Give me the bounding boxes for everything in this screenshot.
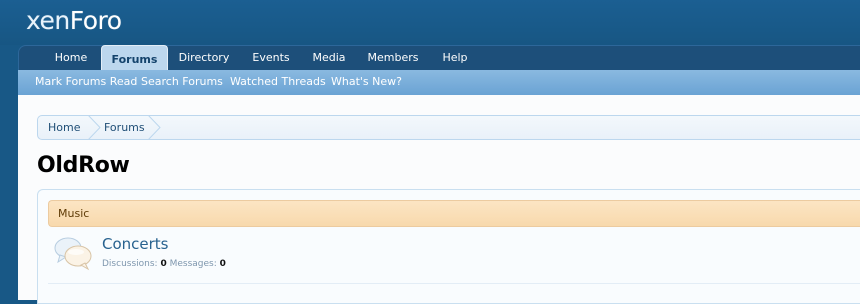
site-header: xenForo bbox=[0, 0, 860, 45]
tab-members[interactable]: Members bbox=[362, 46, 424, 70]
tab-help[interactable]: Help bbox=[435, 46, 475, 70]
messages-count: 0 bbox=[219, 259, 226, 269]
discussions-label: Discussions: bbox=[102, 259, 158, 269]
discussions-count: 0 bbox=[160, 259, 167, 269]
forum-stats: Discussions: 0 Messages: 0 bbox=[102, 257, 226, 271]
mark-forums-read-link[interactable]: Mark Forums Read bbox=[35, 70, 137, 95]
forum-title-link[interactable]: Concerts bbox=[102, 234, 169, 254]
breadcrumb-forums[interactable]: Forums bbox=[104, 116, 145, 139]
tab-media[interactable]: Media bbox=[305, 46, 353, 70]
category-title[interactable]: Music bbox=[58, 201, 89, 226]
watched-threads-link[interactable]: Watched Threads bbox=[230, 70, 326, 95]
tab-directory[interactable]: Directory bbox=[172, 46, 236, 70]
tab-home[interactable]: Home bbox=[41, 46, 101, 70]
breadcrumb: Home Forums bbox=[37, 115, 860, 140]
whats-new-link[interactable]: What's New? bbox=[331, 70, 402, 95]
tab-events[interactable]: Events bbox=[243, 46, 299, 70]
sub-navigation: Mark Forums Read Search Forums Watched T… bbox=[18, 70, 860, 95]
main-content: Home Forums OldRow Music Concerts Discus… bbox=[18, 95, 860, 304]
xenforo-logo[interactable]: xenForo bbox=[26, 6, 122, 36]
category-strip: Music bbox=[48, 200, 860, 227]
forum-list: Music Concerts Discussions: 0 Messages: … bbox=[37, 189, 860, 304]
breadcrumb-home[interactable]: Home bbox=[48, 116, 80, 139]
tab-forums[interactable]: Forums bbox=[101, 45, 168, 72]
logo-text-xen: xen bbox=[26, 6, 70, 35]
main-navigation: Home Forums Directory Events Media Membe… bbox=[18, 45, 860, 72]
logo-text-foro: Foro bbox=[69, 6, 122, 35]
speech-bubbles-icon bbox=[54, 237, 92, 271]
breadcrumb-separator-icon bbox=[88, 115, 101, 140]
messages-label: Messages: bbox=[169, 259, 217, 269]
search-forums-link[interactable]: Search Forums bbox=[141, 70, 223, 95]
breadcrumb-separator-icon bbox=[148, 115, 161, 140]
page-title: OldRow bbox=[37, 153, 130, 178]
forum-row: Concerts Discussions: 0 Messages: 0 bbox=[48, 228, 860, 284]
